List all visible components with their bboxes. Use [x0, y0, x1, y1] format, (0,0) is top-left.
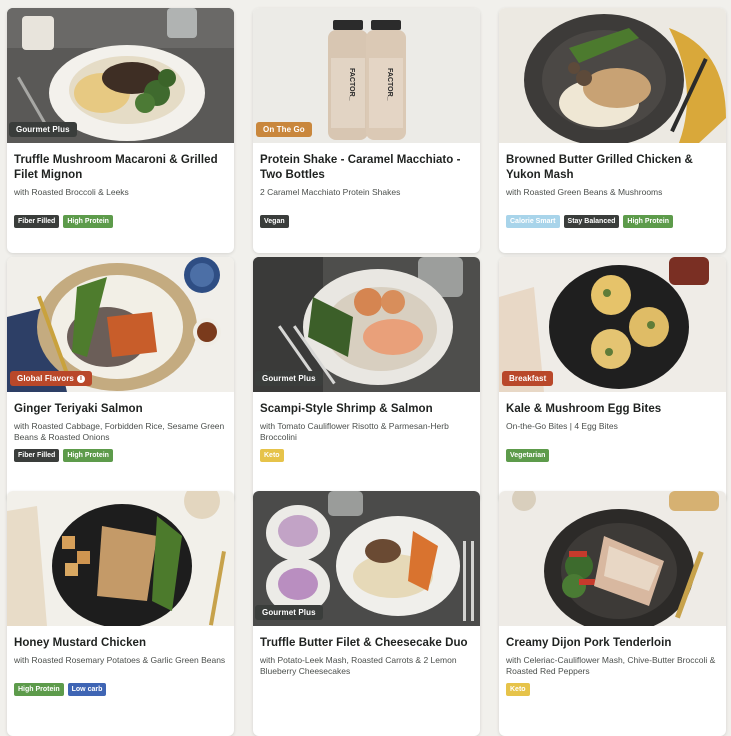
meal-photo: Gourmet Plus: [7, 8, 234, 143]
meal-subtitle: with Roasted Rosemary Potatoes & Garlic …: [14, 655, 226, 665]
badge-fiber-filled: Fiber Filled: [14, 215, 60, 228]
meal-subtitle: with Roasted Cabbage, Forbidden Rice, Se…: [14, 421, 225, 442]
meal-card[interactable]: Breakfast Kale & Mushroom Egg Bites On-t…: [499, 257, 726, 502]
meal-photo: Breakfast: [499, 257, 726, 392]
badge-row: Vegan: [260, 215, 289, 228]
meal-subtitle: with Celeriac-Cauliflower Mash, Chive-Bu…: [506, 655, 716, 676]
meal-photo: Global Flavors i: [7, 257, 234, 392]
meal-title[interactable]: Protein Shake - Caramel Macchiato - Two …: [260, 153, 473, 183]
meal-grid: Gourmet Plus Truffle Mushroom Macaroni &…: [0, 0, 731, 736]
category-tag: Gourmet Plus: [255, 371, 323, 386]
meal-card-body: Honey Mustard Chicken with Roasted Rosem…: [7, 626, 234, 736]
meal-photo: [7, 491, 234, 626]
badge-vegetarian: Vegetarian: [506, 449, 550, 462]
meal-card-body: Protein Shake - Caramel Macchiato - Two …: [253, 143, 480, 253]
meal-title[interactable]: Scampi-Style Shrimp & Salmon: [260, 402, 473, 417]
badge-row: Vegetarian: [506, 449, 550, 462]
category-tag: Gourmet Plus: [255, 605, 323, 620]
meal-title[interactable]: Truffle Mushroom Macaroni & Grilled File…: [14, 153, 227, 183]
category-tag-label: Global Flavors: [17, 374, 74, 383]
badge-row: Fiber Filled High Protein: [14, 449, 113, 462]
meal-card-body: Ginger Teriyaki Salmon with Roasted Cabb…: [7, 392, 234, 502]
badge-high-protein: High Protein: [14, 683, 64, 696]
category-tag: Gourmet Plus: [9, 122, 77, 137]
meal-card[interactable]: Honey Mustard Chicken with Roasted Rosem…: [7, 491, 234, 736]
meal-subtitle: with Roasted Green Beans & Mushrooms: [506, 187, 663, 197]
meal-title[interactable]: Browned Butter Grilled Chicken & Yukon M…: [506, 153, 719, 183]
meal-photo: Gourmet Plus: [253, 491, 480, 626]
meal-subtitle: with Potato-Leek Mash, Roasted Carrots &…: [260, 655, 457, 676]
meal-card[interactable]: Global Flavors i Ginger Teriyaki Salmon w…: [7, 257, 234, 502]
meal-card[interactable]: Gourmet Plus Scampi-Style Shrimp & Salmo…: [253, 257, 480, 502]
meal-subtitle: with Tomato Cauliflower Risotto & Parmes…: [260, 421, 449, 442]
category-tag: On The Go: [256, 122, 312, 137]
meal-photo: [499, 8, 726, 143]
bottle-label: FACTOR_: [348, 68, 355, 101]
meal-card[interactable]: Creamy Dijon Pork Tenderloin with Celeri…: [499, 491, 726, 736]
meal-card-body: Truffle Butter Filet & Cheesecake Duo wi…: [253, 626, 480, 736]
badge-vegan: Vegan: [260, 215, 289, 228]
badge-row: Fiber Filled High Protein: [14, 215, 113, 228]
badge-row: Keto: [506, 683, 530, 696]
meal-card[interactable]: Browned Butter Grilled Chicken & Yukon M…: [499, 8, 726, 253]
badge-calorie-smart: Calorie Smart: [506, 215, 560, 228]
badge-row: Calorie Smart Stay Balanced High Protein: [506, 215, 674, 228]
badge-row: High Protein Low carb: [14, 683, 107, 696]
meal-title[interactable]: Honey Mustard Chicken: [14, 636, 227, 651]
badge-high-protein: High Protein: [623, 215, 674, 228]
meal-card-body: Browned Butter Grilled Chicken & Yukon M…: [499, 143, 726, 253]
meal-photo: [499, 491, 726, 626]
meal-card-body: Truffle Mushroom Macaroni & Grilled File…: [7, 143, 234, 253]
meal-photo: Gourmet Plus: [253, 257, 480, 392]
meal-title[interactable]: Kale & Mushroom Egg Bites: [506, 402, 719, 417]
meal-title[interactable]: Truffle Butter Filet & Cheesecake Duo: [260, 636, 473, 651]
badge-high-protein: High Protein: [63, 215, 113, 228]
badge-keto: Keto: [260, 449, 284, 462]
badge-fiber-filled: Fiber Filled: [14, 449, 60, 462]
badge-low-carb: Low carb: [67, 683, 107, 696]
meal-card[interactable]: FACTOR_ FACTOR_ On The Go Protein Shake …: [253, 8, 480, 253]
meal-card[interactable]: Gourmet Plus Truffle Mushroom Macaroni &…: [7, 8, 234, 253]
info-icon[interactable]: i: [76, 374, 85, 383]
meal-title[interactable]: Creamy Dijon Pork Tenderloin: [506, 636, 719, 651]
badge-keto: Keto: [506, 683, 530, 696]
meal-title[interactable]: Ginger Teriyaki Salmon: [14, 402, 227, 417]
category-tag: Global Flavors i: [10, 371, 92, 386]
meal-card-body: Scampi-Style Shrimp & Salmon with Tomato…: [253, 392, 480, 502]
badge-row: Keto: [260, 449, 284, 462]
meal-subtitle: On-the-Go Bites | 4 Egg Bites: [506, 421, 618, 431]
meal-subtitle: 2 Caramel Macchiato Protein Shakes: [260, 187, 401, 197]
category-tag: Breakfast: [502, 371, 554, 386]
meal-subtitle: with Roasted Broccoli & Leeks: [14, 187, 129, 197]
meal-photo: FACTOR_ FACTOR_ On The Go: [253, 8, 480, 143]
badge-high-protein: High Protein: [63, 449, 113, 462]
meal-card-body: Kale & Mushroom Egg Bites On-the-Go Bite…: [499, 392, 726, 502]
bottle-label: FACTOR_: [386, 68, 393, 101]
meal-card-body: Creamy Dijon Pork Tenderloin with Celeri…: [499, 626, 726, 736]
meal-card[interactable]: Gourmet Plus Truffle Butter Filet & Chee…: [253, 491, 480, 736]
badge-stay-balanced: Stay Balanced: [563, 215, 620, 228]
